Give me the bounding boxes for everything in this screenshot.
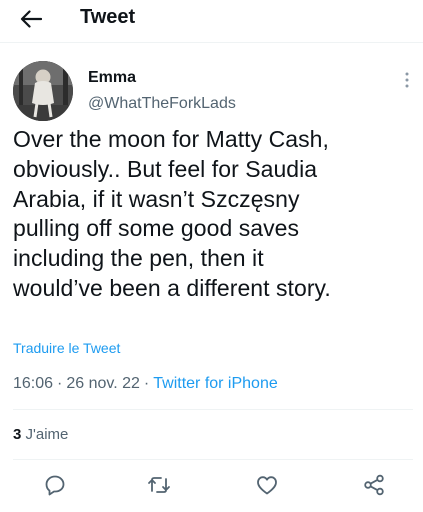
heart-icon xyxy=(257,476,277,495)
tweet-time[interactable]: 16:06 xyxy=(13,375,53,392)
reply-button[interactable] xyxy=(42,472,68,498)
retweet-button[interactable] xyxy=(146,472,172,498)
tweet-text: Over the moon for Matty Cash, obviously.… xyxy=(13,126,331,301)
page-title: Tweet xyxy=(80,6,136,28)
avatar[interactable] xyxy=(13,61,73,121)
like-button[interactable] xyxy=(254,472,280,498)
top-bar: Tweet xyxy=(0,0,423,43)
reply-icon xyxy=(45,475,65,496)
separator: · xyxy=(57,375,63,392)
tweet-detail-screen: Tweet Emma @WhatTheForkLads Over the moo… xyxy=(0,0,423,512)
author-name[interactable]: Emma xyxy=(88,68,136,88)
tweet-date[interactable]: 26 nov. 22 xyxy=(66,375,140,392)
share-icon xyxy=(364,474,384,496)
tweet-metadata: 16:06 · 26 nov. 22 · Twitter for iPhone xyxy=(13,374,278,394)
tweet-source-link[interactable]: Twitter for iPhone xyxy=(153,375,278,392)
divider xyxy=(13,459,413,460)
likes-count: 3 xyxy=(13,426,22,443)
translate-tweet-link[interactable]: Traduire le Tweet xyxy=(13,339,120,357)
arrow-left-icon xyxy=(20,10,42,28)
more-options-button[interactable] xyxy=(401,70,413,90)
more-vertical-icon xyxy=(405,72,409,88)
author-handle[interactable]: @WhatTheForkLads xyxy=(88,94,236,114)
retweet-icon xyxy=(148,477,170,493)
separator: · xyxy=(143,375,150,392)
back-button[interactable] xyxy=(14,6,48,32)
divider xyxy=(13,409,413,410)
share-button[interactable] xyxy=(361,472,387,498)
likes-stat[interactable]: 3 J'aime xyxy=(13,425,68,445)
likes-label: J'aime xyxy=(25,426,69,443)
